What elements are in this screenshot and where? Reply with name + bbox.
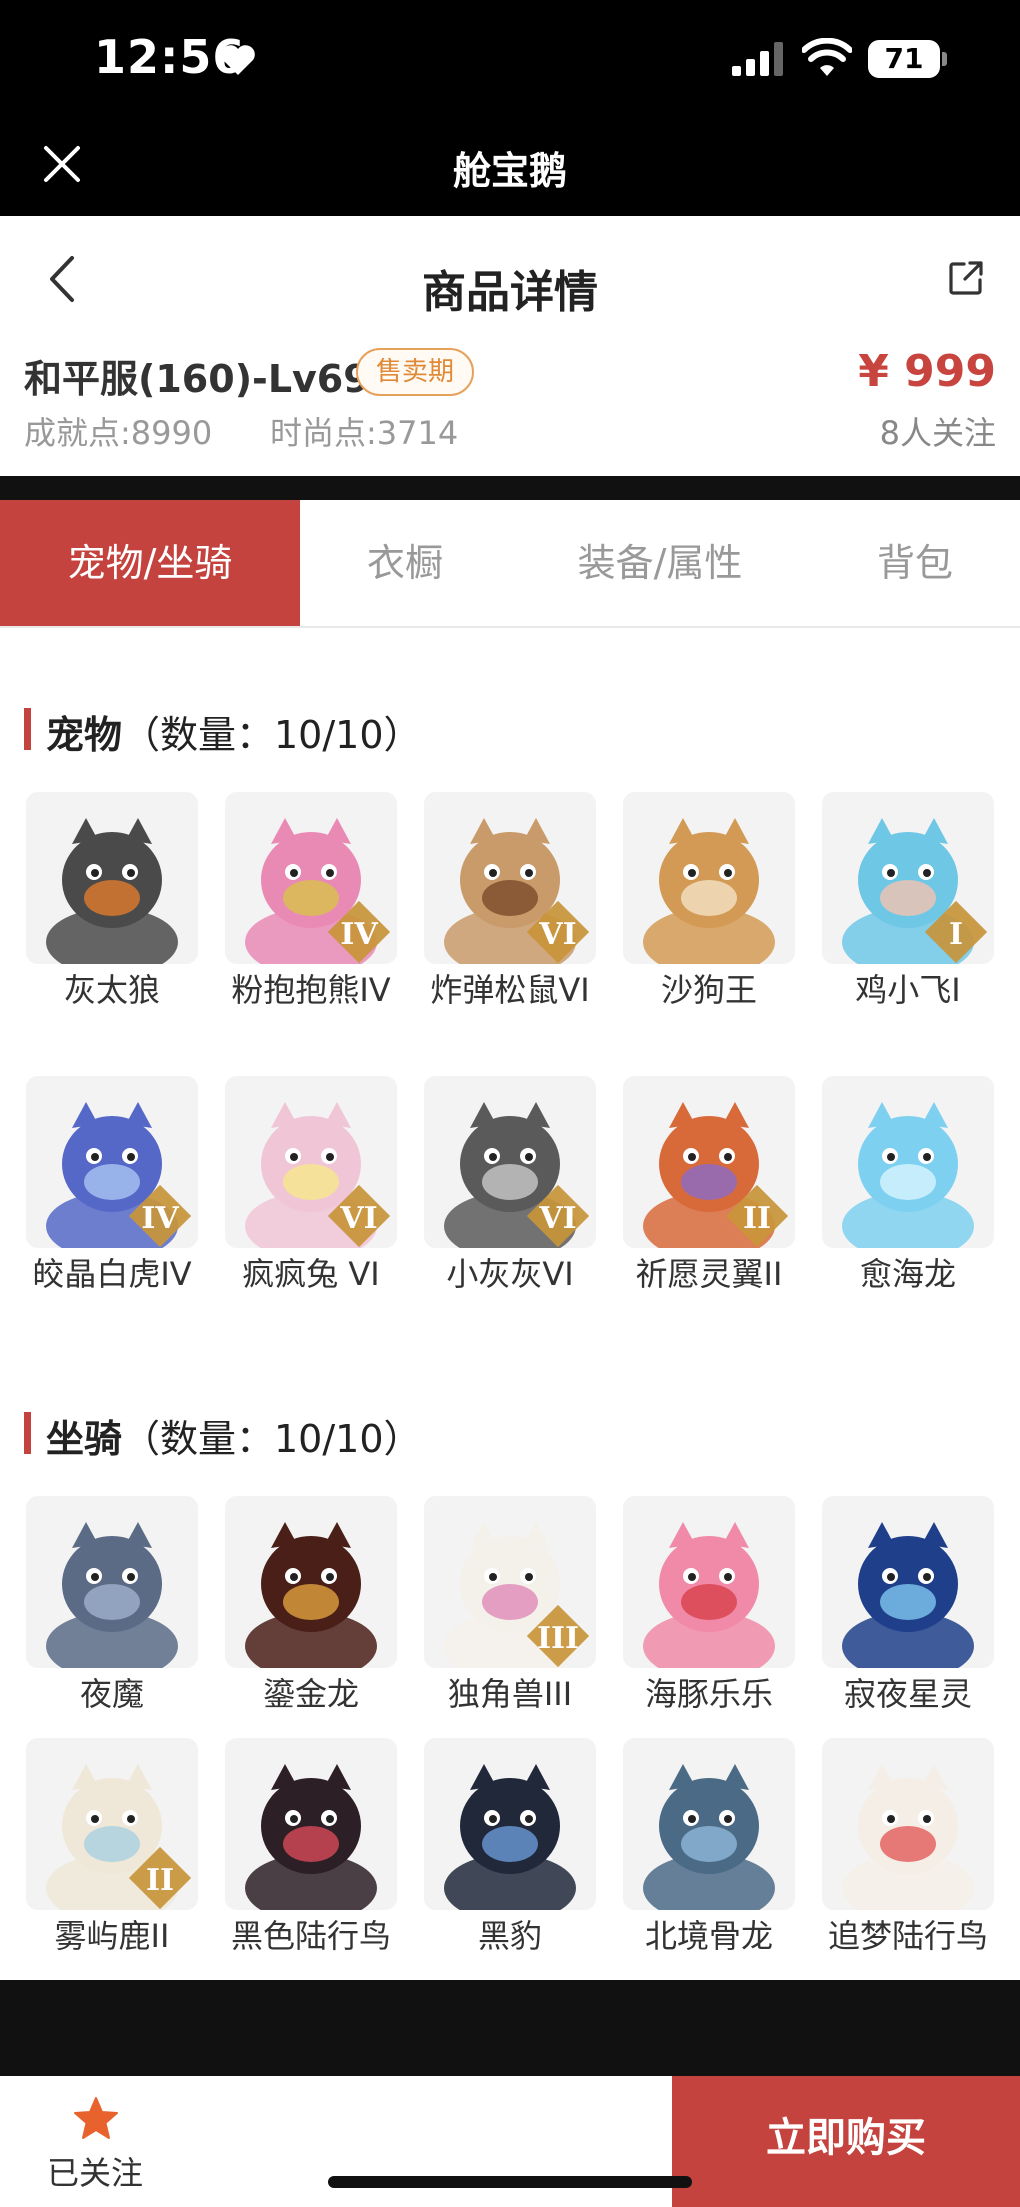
pet-item-name: 祈愿灵翼II	[635, 1255, 783, 1293]
content-area: 宠物 （数量：10/10） 灰太狼 IV 粉抱抱熊IV VI 炸弹松鼠VI 沙狗…	[0, 628, 1020, 1980]
svg-text:II: II	[146, 1863, 174, 1898]
mount-item-name: 鎏金龙	[262, 1675, 359, 1713]
battery-indicator: 71	[868, 40, 948, 78]
golden-dragon-icon	[225, 1496, 397, 1668]
mount-item-name: 独角兽III	[447, 1675, 573, 1713]
pet-item-name: 鸡小飞I	[855, 971, 961, 1009]
grey-wolf-icon	[26, 792, 198, 964]
svg-text:II: II	[743, 1201, 771, 1236]
pet-item-name: 沙狗王	[660, 971, 757, 1009]
app-title: 舱宝鹅	[452, 149, 567, 193]
app-bar: 舱宝鹅	[0, 120, 1020, 216]
share-icon[interactable]	[948, 260, 984, 296]
section-marker	[24, 708, 31, 750]
svg-text:VI: VI	[538, 917, 576, 952]
black-chocobo-icon	[225, 1738, 397, 1910]
mount-item-name: 寂夜星灵	[843, 1675, 972, 1713]
page-header: 商品详情	[0, 216, 1020, 326]
pink-bear-icon: IV	[225, 792, 397, 964]
battery-level: 71	[868, 40, 940, 78]
mount-item-name: 北境骨龙	[644, 1917, 773, 1955]
mounts-section-count: （数量：10/10）	[122, 1417, 422, 1461]
product-name: 和平服(160)-Lv69	[24, 357, 370, 401]
chick-icon: I	[822, 792, 994, 964]
tab-pets-mounts[interactable]: 宠物/坐骑	[0, 500, 300, 626]
pets-section-count: （数量：10/10）	[122, 713, 422, 757]
mount-item-name: 追梦陆行鸟	[827, 1917, 988, 1955]
section-marker	[24, 1412, 31, 1454]
dolphin-icon	[623, 1496, 795, 1668]
tab-backpack[interactable]: 背包	[810, 500, 1020, 626]
follow-button[interactable]: 已关注	[0, 2076, 190, 2207]
pet-item-name: 炸弹松鼠VI	[430, 971, 590, 1009]
svg-text:VI: VI	[538, 1201, 576, 1236]
unicorn-icon: III	[424, 1496, 596, 1668]
dream-chocobo-icon	[822, 1738, 994, 1910]
svg-text:III: III	[537, 1621, 579, 1656]
black-panther-icon	[424, 1738, 596, 1910]
achievement-points: 成就点:8990	[24, 414, 213, 452]
pets-section-title: 宠物	[46, 713, 123, 757]
bottom-spacer	[0, 1980, 1020, 2076]
svg-text:I: I	[949, 917, 963, 952]
section-divider	[0, 476, 1020, 500]
deer-icon: II	[26, 1738, 198, 1910]
follow-label: 已关注	[46, 2154, 143, 2192]
bone-dragon-icon	[623, 1738, 795, 1910]
svg-text:IV: IV	[141, 1201, 179, 1236]
follower-count: 8人关注	[879, 414, 996, 452]
star-spirit-icon	[822, 1496, 994, 1668]
pet-item-name: 皎晶白虎IV	[32, 1255, 192, 1293]
spirit-eagle-icon: II	[623, 1076, 795, 1248]
status-bar: 12:56 71	[0, 0, 1020, 120]
rabbit-icon: VI	[225, 1076, 397, 1248]
pet-item-name: 疯疯兔 VI	[242, 1255, 380, 1293]
category-tabs: 宠物/坐骑 衣橱 装备/属性 背包	[0, 500, 1020, 628]
night-demon-horse-icon	[26, 1496, 198, 1668]
fashion-points: 时尚点:3714	[270, 414, 459, 452]
mount-item-name: 黑豹	[477, 1917, 542, 1955]
tab-wardrobe[interactable]: 衣橱	[300, 500, 510, 626]
pet-item-name: 灰太狼	[63, 971, 160, 1009]
shiba-dog-icon	[623, 792, 795, 964]
pet-item-name: 愈海龙	[859, 1255, 956, 1293]
sale-status-badge: 售卖期	[356, 348, 475, 396]
mount-item-name: 夜魔	[79, 1675, 144, 1713]
mounts-section-title: 坐骑	[46, 1417, 123, 1461]
battery-tip	[942, 52, 947, 66]
tab-equipment[interactable]: 装备/属性	[510, 500, 810, 626]
pet-item-name: 小灰灰VI	[446, 1255, 574, 1293]
buy-now-button[interactable]: 立即购买	[672, 2076, 1020, 2207]
heart-icon	[221, 45, 255, 75]
pet-item-name: 粉抱抱熊IV	[231, 971, 391, 1009]
product-info: 和平服(160)-Lv69 售卖期 ¥ 999 成就点:8990 时尚点:371…	[0, 326, 1020, 476]
signal-icon	[732, 42, 783, 76]
product-price: ¥ 999	[858, 346, 996, 397]
wifi-icon	[802, 38, 852, 76]
mount-item-name: 黑色陆行鸟	[230, 1917, 391, 1955]
svg-text:IV: IV	[340, 917, 378, 952]
mount-item-name: 海豚乐乐	[644, 1675, 773, 1713]
little-wolf-icon: VI	[424, 1076, 596, 1248]
page-title: 商品详情	[422, 267, 598, 318]
mount-item-name: 雾屿鹿II	[54, 1917, 170, 1955]
star-icon	[74, 2097, 118, 2139]
home-indicator	[328, 2176, 692, 2188]
svg-text:VI: VI	[339, 1201, 377, 1236]
sea-dragon-icon	[822, 1076, 994, 1248]
white-tiger-icon: IV	[26, 1076, 198, 1248]
bomb-squirrel-icon: VI	[424, 792, 596, 964]
